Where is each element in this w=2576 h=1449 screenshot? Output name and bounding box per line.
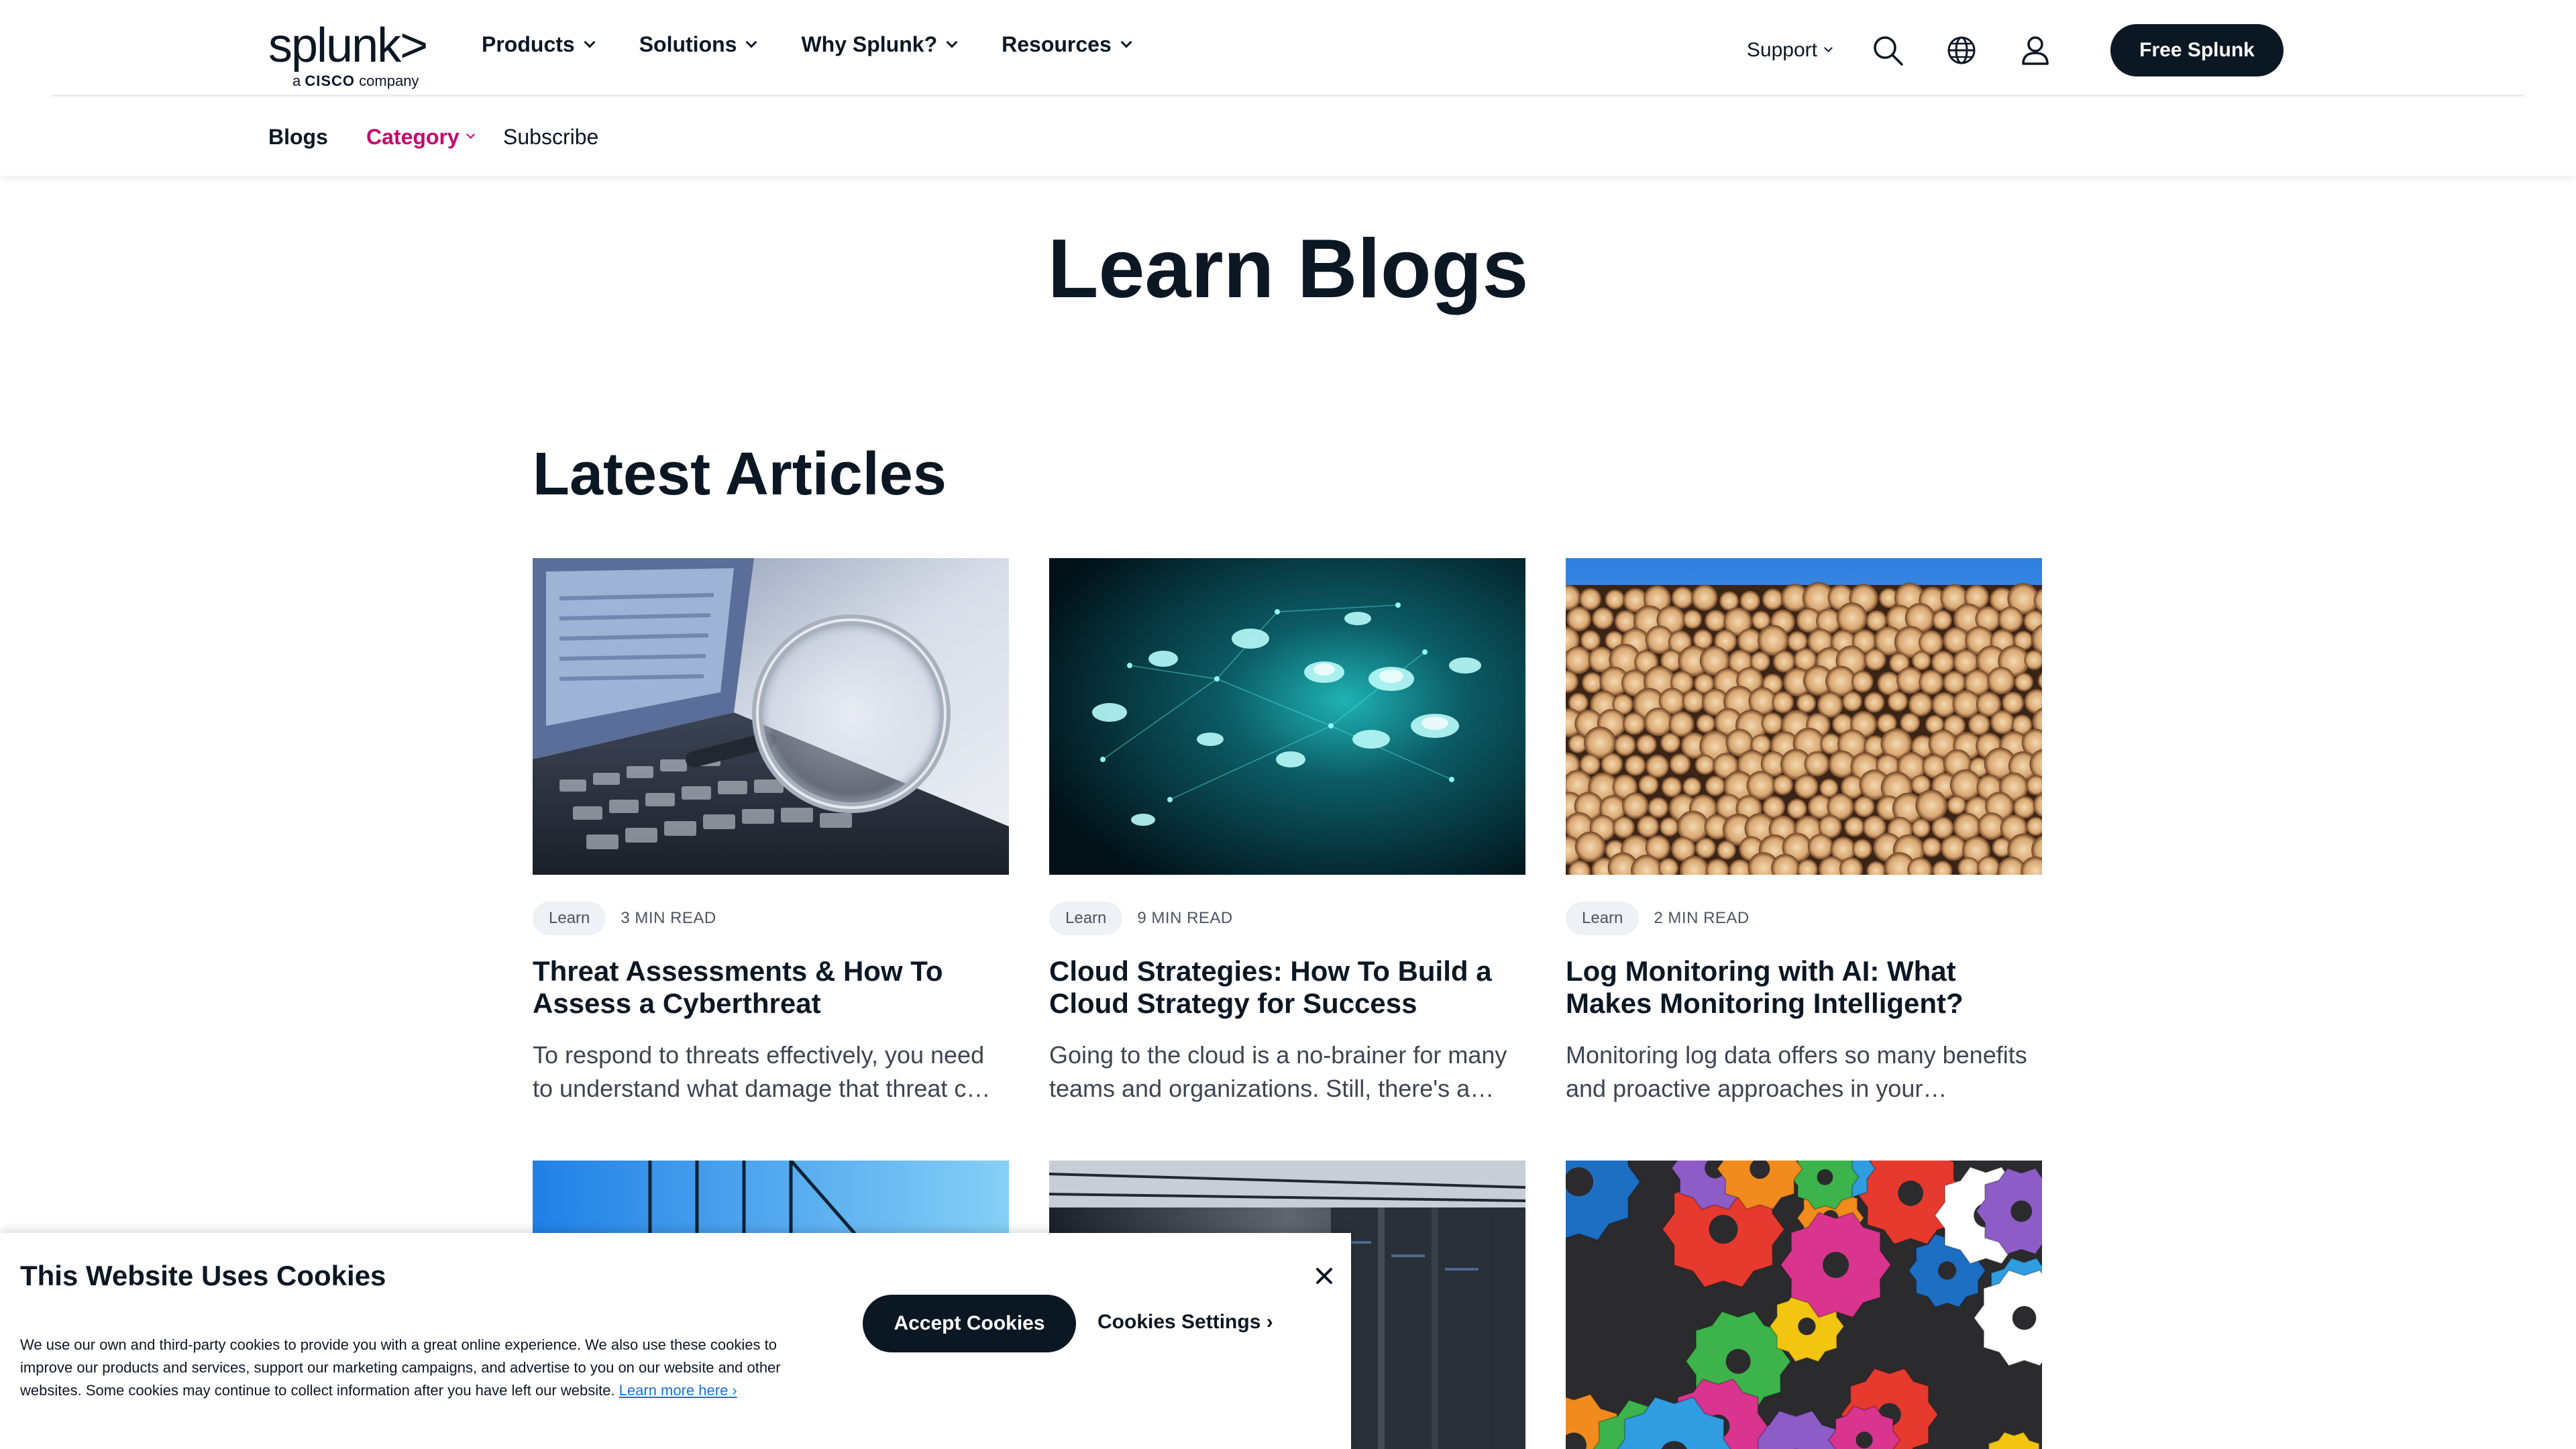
support-menu[interactable]: Support — [1747, 39, 1833, 62]
article-excerpt: Monitoring log data offers so many benef… — [1566, 1041, 2027, 1102]
free-splunk-button[interactable]: Free Splunk — [2110, 24, 2284, 76]
article-image-cloud-network[interactable] — [1049, 558, 1525, 875]
category-tag[interactable]: Learn — [533, 902, 606, 935]
section-title: Latest Articles — [533, 441, 947, 508]
chevron-down-icon — [1824, 43, 1833, 52]
category-tag[interactable]: Learn — [1566, 902, 1640, 935]
category-tag[interactable]: Learn — [1049, 902, 1123, 935]
article-card: Learn 3 MIN READ Threat Assessments & Ho… — [533, 558, 1009, 1106]
chevron-down-icon — [584, 36, 596, 48]
user-icon[interactable] — [2015, 30, 2055, 70]
learn-more-link[interactable]: Learn more here › — [619, 1382, 737, 1399]
nav-resources[interactable]: Resources — [1002, 32, 1132, 57]
blog-subnav: Blogs Category Subscribe — [0, 98, 2576, 176]
main-nav: Products Solutions Why Splunk? Resources — [482, 32, 1176, 57]
chevron-down-icon — [466, 130, 475, 139]
article-card — [1566, 1161, 2042, 1449]
article-meta: Learn 2 MIN READ — [1566, 902, 2042, 935]
article-title[interactable]: Threat Assessments & How To Assess a Cyb… — [533, 955, 1009, 1020]
page-title: Learn Blogs — [1047, 223, 1529, 315]
nav-why-splunk[interactable]: Why Splunk? — [801, 32, 958, 57]
article-card: Learn 9 MIN READ Cloud Strategies: How T… — [1049, 558, 1525, 1106]
article-title[interactable]: Cloud Strategies: How To Build a Cloud S… — [1049, 955, 1525, 1020]
header-divider — [52, 95, 2524, 97]
search-icon[interactable] — [1868, 30, 1908, 70]
logo-wordmark: splunk> — [268, 19, 428, 72]
chevron-down-icon — [745, 36, 757, 48]
article-image-laptop-magnifier[interactable] — [533, 558, 1009, 875]
article-title[interactable]: Log Monitoring with AI: What Makes Monit… — [1566, 955, 2042, 1020]
article-card: Learn 2 MIN READ Log Monitoring with AI:… — [1566, 558, 2042, 1106]
top-navigation: splunk> a CISCO company Products Solutio… — [0, 0, 2576, 98]
article-excerpt: To respond to threats effectively, you n… — [533, 1041, 991, 1102]
nav-products[interactable]: Products — [482, 32, 596, 57]
cookie-title: This Website Uses Cookies — [20, 1260, 386, 1291]
close-icon[interactable] — [1311, 1263, 1338, 1289]
splunk-logo[interactable]: splunk> a CISCO company — [268, 19, 436, 89]
logo-subtitle: a CISCO company — [292, 72, 419, 89]
nav-solutions[interactable]: Solutions — [639, 32, 757, 57]
subnav-category[interactable]: Category — [366, 125, 475, 150]
cookie-banner: This Website Uses Cookies We use our own… — [0, 1233, 1351, 1449]
cookie-text: We use our own and third-party cookies t… — [20, 1336, 781, 1399]
accept-cookies-button[interactable]: Accept Cookies — [863, 1295, 1076, 1352]
article-image-colorful-gears[interactable] — [1566, 1161, 2042, 1449]
read-time: 9 MIN READ — [1137, 909, 1233, 927]
article-meta: Learn 3 MIN READ — [533, 902, 1009, 935]
cookie-settings-link[interactable]: Cookies Settings › — [1097, 1311, 1273, 1334]
chevron-down-icon — [946, 36, 958, 48]
chevron-down-icon — [1120, 36, 1132, 48]
header-tools: Support Free Splunk — [1747, 24, 2284, 76]
subnav-subscribe[interactable]: Subscribe — [503, 125, 598, 150]
article-image-stacked-logs[interactable] — [1566, 558, 2042, 875]
article-meta: Learn 9 MIN READ — [1049, 902, 1525, 935]
read-time: 3 MIN READ — [621, 909, 716, 927]
read-time: 2 MIN READ — [1654, 909, 1750, 927]
article-excerpt: Going to the cloud is a no-brainer for m… — [1049, 1041, 1507, 1102]
globe-icon[interactable] — [1941, 30, 1982, 70]
subnav-blogs[interactable]: Blogs — [268, 125, 328, 150]
